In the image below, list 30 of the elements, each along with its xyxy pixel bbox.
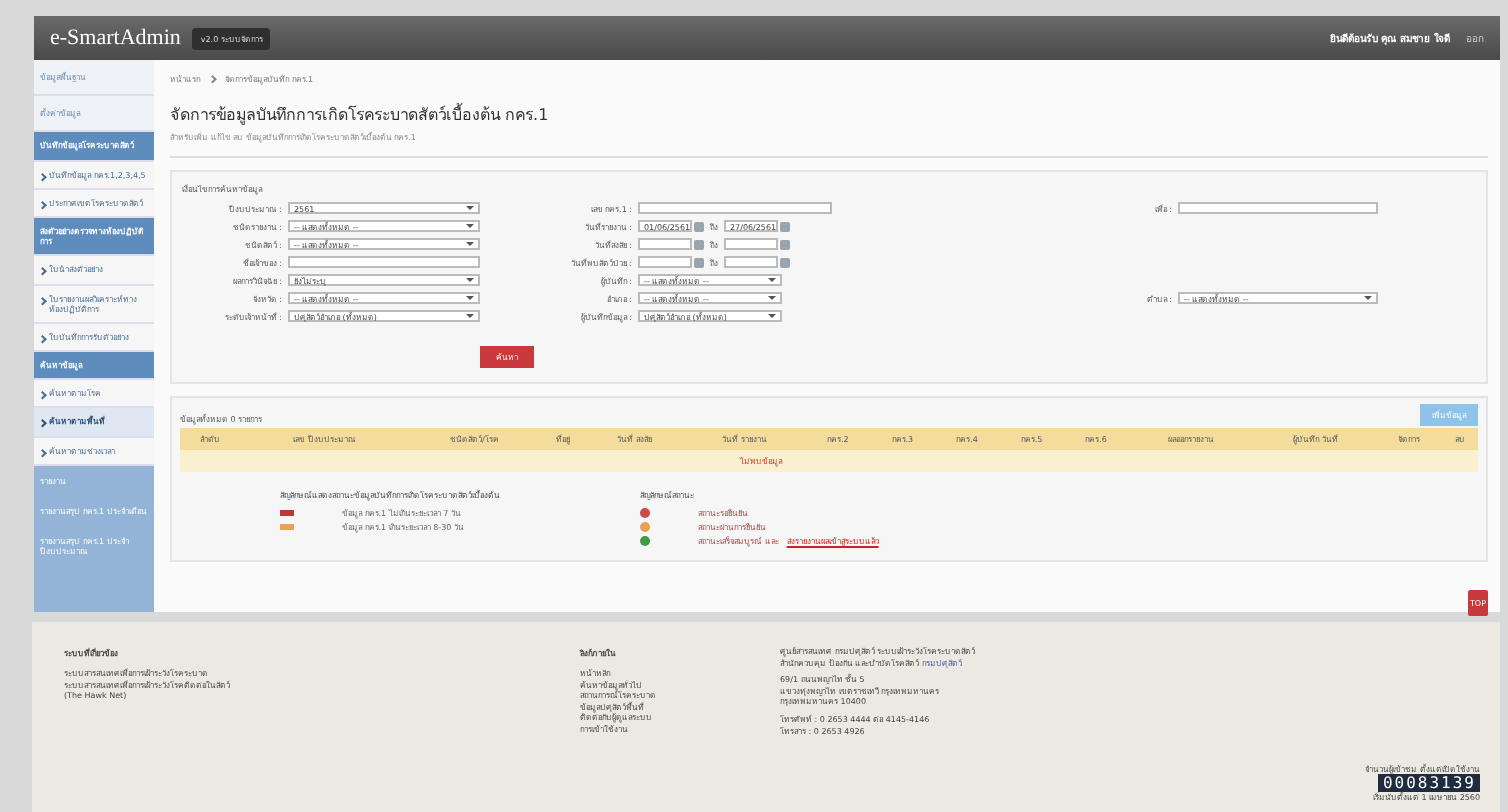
caret-icon — [466, 206, 474, 210]
caret-icon — [768, 314, 776, 318]
input-field[interactable] — [288, 256, 480, 268]
date-field[interactable] — [724, 238, 778, 250]
caret-icon — [466, 278, 474, 282]
caret-icon — [768, 296, 776, 300]
chevron-icon — [38, 295, 47, 304]
sidebar-panel-background — [34, 567, 154, 612]
app-logo[interactable]: e-SmartAdmin — [50, 26, 181, 50]
chevron-icon — [38, 334, 47, 342]
input-field[interactable] — [1178, 202, 1378, 214]
caret-icon — [768, 278, 776, 282]
chevron-icon — [38, 419, 47, 427]
caret-icon — [1364, 296, 1372, 300]
caret-icon — [466, 296, 474, 300]
caret-icon — [466, 224, 474, 228]
chevron-icon — [38, 267, 47, 275]
visitor-counter: 00083139 — [1378, 774, 1480, 793]
date-field[interactable] — [724, 256, 778, 268]
chevron-icon — [208, 73, 217, 82]
date-field[interactable] — [638, 238, 692, 250]
caret-icon — [466, 242, 474, 246]
chevron-icon — [38, 200, 47, 208]
chevron-icon — [38, 448, 47, 456]
chevron-icon — [38, 172, 47, 180]
page-title: จัดการข้อมูลบันทึกการเกิดโรคระบาดสัตว์เบื้องต้น กคร.1 — [170, 102, 551, 128]
chevron-icon — [38, 391, 47, 399]
input-field[interactable] — [638, 202, 832, 214]
caret-icon — [466, 314, 474, 318]
date-field[interactable] — [638, 256, 692, 268]
